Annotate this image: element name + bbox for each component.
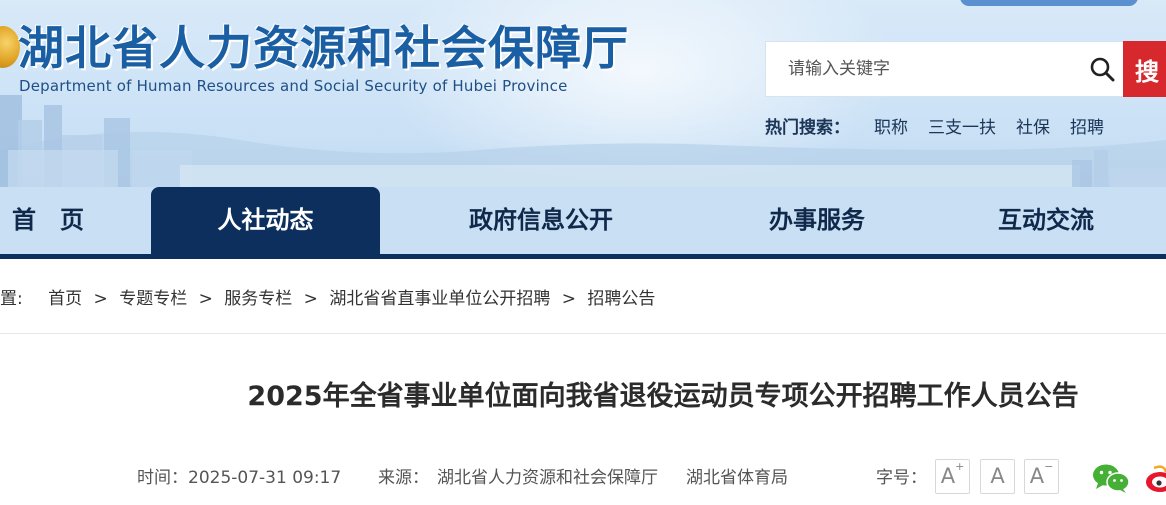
publish-time-label: 时间： (137, 468, 188, 488)
font-decrease-letter: A (1029, 464, 1045, 488)
font-size-decrease-button[interactable]: A− (1024, 459, 1059, 494)
site-header: 湖北省人力资源和社会保障厅 Department of Human Resour… (0, 0, 1166, 187)
source-secondary: 湖北省体育局 (686, 468, 788, 488)
site-title: 湖北省人力资源和社会保障厅 (18, 21, 629, 75)
font-default-letter: A (990, 464, 1005, 488)
nav-item-news[interactable]: 人社动态 (151, 187, 380, 254)
search-icon[interactable] (1089, 56, 1115, 82)
plus-icon: + (955, 460, 965, 473)
nav-item-services[interactable]: 办事服务 (712, 187, 922, 254)
breadcrumb-item-home[interactable]: 首页 (48, 289, 82, 309)
breadcrumb-separator: > (303, 289, 318, 309)
nav-item-home[interactable]: 首 页 (0, 187, 96, 254)
breadcrumb-prefix: 置: (0, 289, 23, 309)
nav-item-gov-info[interactable]: 政府信息公开 (430, 187, 652, 254)
search-input[interactable] (766, 42, 1076, 96)
site-subtitle: Department of Human Resources and Social… (19, 77, 568, 95)
nav-underline (0, 254, 1166, 259)
wechat-icon[interactable] (1092, 462, 1132, 494)
article-source: 来源： 湖北省人力资源和社会保障厅 湖北省体育局 (378, 464, 788, 492)
top-link-pill[interactable] (960, 0, 1138, 6)
breadcrumb-separator: > (561, 289, 576, 309)
search-box (765, 41, 1123, 97)
weibo-icon[interactable] (1144, 462, 1166, 494)
publish-time: 时间：2025-07-31 09:17 (137, 464, 341, 492)
font-size-label: 字号： (876, 468, 927, 488)
hot-search-item-zhicheng[interactable]: 职称 (874, 113, 908, 138)
hot-search-label: 热门搜索： (765, 117, 850, 138)
source-primary: 湖北省人力资源和社会保障厅 (437, 468, 658, 488)
hot-search-item-shebao[interactable]: 社保 (1016, 113, 1050, 138)
breadcrumb: 置: 首页 > 专题专栏 > 服务专栏 > 湖北省省直事业单位公开招聘 > 招聘… (0, 286, 661, 312)
breadcrumb-separator: > (93, 289, 108, 309)
breadcrumb-item-service[interactable]: 服务专栏 (224, 289, 292, 309)
breadcrumb-item-recruitment[interactable]: 湖北省省直事业单位公开招聘 (329, 289, 550, 309)
font-size-increase-button[interactable]: A+ (935, 459, 970, 494)
main-nav: 首 页 人社动态 政府信息公开 办事服务 互动交流 (0, 187, 1166, 254)
hot-search: 热门搜索： 职称 三支一扶 社保 招聘 (765, 113, 1124, 138)
font-size-default-button[interactable]: A (980, 459, 1015, 494)
hot-search-item-zhaopin[interactable]: 招聘 (1070, 113, 1104, 138)
content-divider (0, 333, 1166, 334)
breadcrumb-item-topics[interactable]: 专题专栏 (119, 289, 187, 309)
article-title: 2025年全省事业单位面向我省退役运动员专项公开招聘工作人员公告 (247, 381, 1079, 412)
source-label: 来源： (378, 468, 429, 488)
breadcrumb-item-notice[interactable]: 招聘公告 (587, 289, 655, 309)
minus-icon: − (1044, 460, 1054, 473)
search-button[interactable]: 搜 (1123, 41, 1166, 97)
hot-search-item-sanzhiyifu[interactable]: 三支一扶 (928, 113, 996, 138)
font-increase-letter: A (940, 464, 956, 488)
nav-item-interaction[interactable]: 互动交流 (960, 187, 1132, 254)
publish-time-value: 2025-07-31 09:17 (188, 468, 342, 488)
breadcrumb-separator: > (198, 289, 213, 309)
